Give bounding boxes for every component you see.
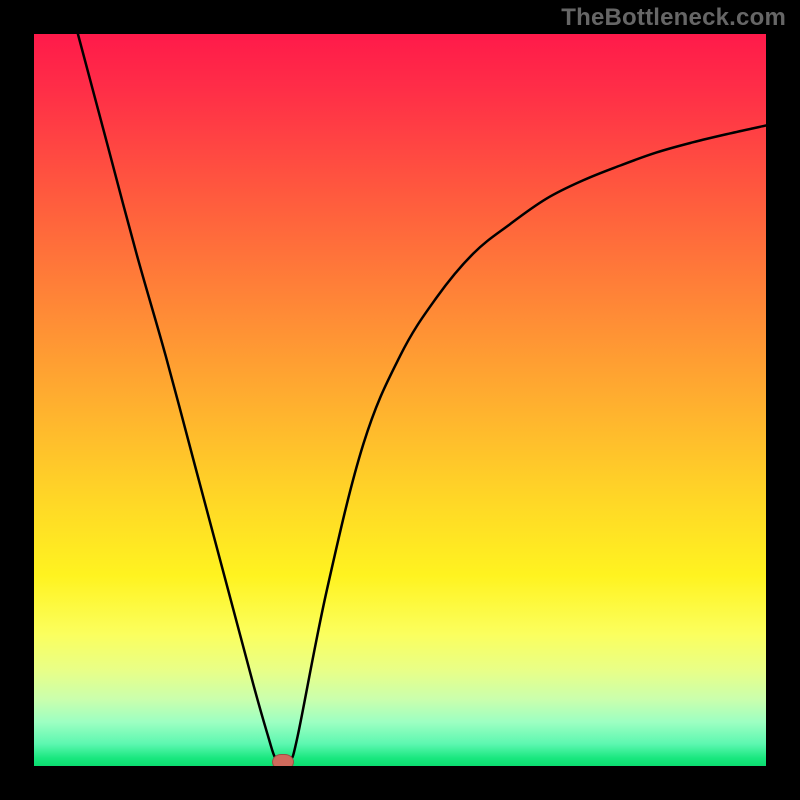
optimal-point-marker (272, 754, 294, 766)
bottleneck-curve (34, 34, 766, 766)
watermark-text: TheBottleneck.com (561, 4, 786, 32)
plot-area (34, 34, 766, 766)
chart-frame: TheBottleneck.com (0, 0, 800, 800)
